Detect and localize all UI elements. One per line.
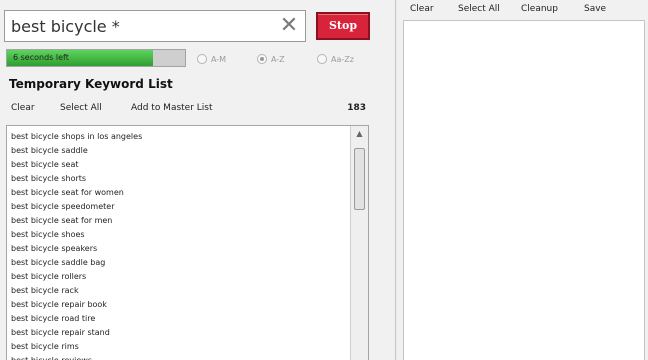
close-icon[interactable]: ✕ [277,13,301,39]
list-item[interactable]: best bicycle rims [11,340,347,354]
list-item[interactable]: best bicycle repair book [11,298,347,312]
list-item[interactable]: best bicycle seat for men [11,214,347,228]
list-item[interactable]: best bicycle saddle [11,144,347,158]
list-item[interactable]: best bicycle shorts [11,172,347,186]
progress-label: 6 seconds left [13,53,69,62]
right-panel: Clear Select All Cleanup Save [397,0,648,360]
sort-option-a-z[interactable]: A-Z [257,52,285,66]
list-item[interactable]: best bicycle shops in los angeles [11,130,347,144]
progress-bar: 6 seconds left [6,49,186,67]
list-item[interactable]: best bicycle reviews [11,354,347,360]
radio-a-z-label: A-Z [271,54,285,64]
scroll-up-arrow-icon[interactable]: ▲ [351,126,368,142]
list-item[interactable]: best bicycle saddle bag [11,256,347,270]
master-save-button[interactable]: Save [584,4,606,14]
list-item[interactable]: best bicycle road tire [11,312,347,326]
radio-aa-zz-label: Aa-Zz [331,54,354,64]
list-item[interactable]: best bicycle seat [11,158,347,172]
temp-clear-button[interactable]: Clear [11,103,35,113]
scroll-thumb[interactable] [354,148,365,210]
scrollbar[interactable]: ▲ [350,126,368,360]
left-panel: ✕ Stop 6 seconds left A-M A-Z Aa-Zz Temp… [0,0,396,360]
radio-aa-zz[interactable] [317,54,327,64]
temporary-keyword-list[interactable]: best bicycle shops in los angeles best bi… [6,125,369,360]
master-select-all-button[interactable]: Select All [458,4,500,14]
stop-button[interactable]: Stop [316,12,370,40]
keyword-count: 183 [347,103,366,113]
master-clear-button[interactable]: Clear [410,4,434,14]
search-input[interactable] [11,14,281,38]
add-to-master-list-button[interactable]: Add to Master List [131,103,213,113]
sort-option-aa-zz[interactable]: Aa-Zz [317,52,354,66]
list-item[interactable]: best bicycle rack [11,284,347,298]
list-item[interactable]: best bicycle repair stand [11,326,347,340]
list-item[interactable]: best bicycle speedometer [11,200,347,214]
temporary-list-title: Temporary Keyword List [9,77,173,91]
keyword-items: best bicycle shops in los angeles best bi… [11,130,347,360]
temp-select-all-button[interactable]: Select All [60,103,102,113]
list-item[interactable]: best bicycle rollers [11,270,347,284]
radio-a-z[interactable] [257,54,267,64]
radio-a-m-label: A-M [211,54,227,64]
master-keyword-list[interactable] [403,20,645,360]
radio-a-m[interactable] [197,54,207,64]
list-item[interactable]: best bicycle shoes [11,228,347,242]
list-item[interactable]: best bicycle seat for women [11,186,347,200]
master-cleanup-button[interactable]: Cleanup [521,4,558,14]
search-box[interactable]: ✕ [4,10,306,42]
list-item[interactable]: best bicycle speakers [11,242,347,256]
sort-option-a-m[interactable]: A-M [197,52,226,66]
